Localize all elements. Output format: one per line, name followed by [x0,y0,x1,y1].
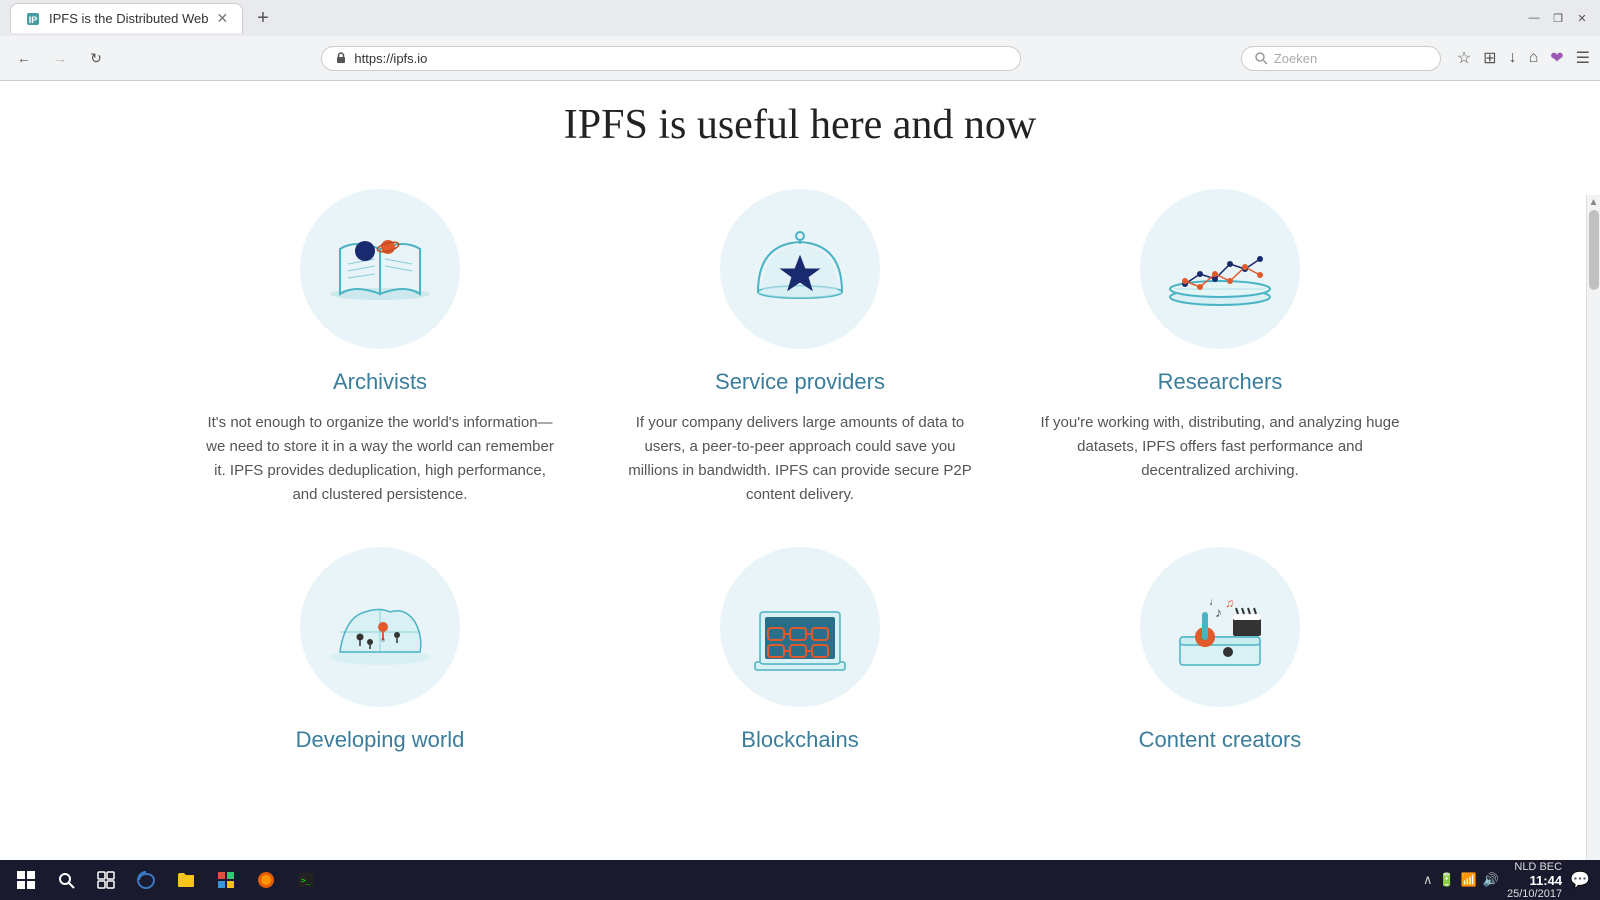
tab-title: IPFS is the Distributed Web [49,11,208,26]
page-content: IPFS is useful here and now [0,81,1600,867]
svg-text:♫: ♫ [1225,596,1234,610]
cards-row-1: Archivists It's not enough to organize t… [0,189,1600,507]
windows-store-icon [216,870,236,890]
tab-favicon: IP [25,11,41,27]
volume-icon[interactable]: 🔊 [1483,872,1499,888]
task-view-button[interactable] [90,864,122,896]
card-developing-world: Developing world [200,547,560,769]
title-bar: IP IPFS is the Distributed Web ✕ + — ❐ ✕ [0,0,1600,36]
firefox-icon[interactable] [250,864,282,896]
home-icon[interactable]: ⌂ [1529,49,1539,67]
file-explorer-icon[interactable] [170,864,202,896]
toolbar-icons: ☆ ⊞ ↓ ⌂ ❤ ☰ [1457,48,1590,68]
taskbar-system-tray: ∧ 🔋 📶 🔊 NLD BEC 11:44 25/10/2017 💬 [1423,861,1590,900]
developing-world-icon [315,577,445,677]
pocket-icon[interactable]: ❤ [1550,48,1563,68]
bookmark-manager-icon[interactable]: ⊞ [1483,48,1496,68]
browser-chrome: IP IPFS is the Distributed Web ✕ + — ❐ ✕… [0,0,1600,81]
tab-close-button[interactable]: ✕ [216,10,228,27]
page-main-title: IPFS is useful here and now [0,101,1600,149]
terminal-icon[interactable]: >_ [290,864,322,896]
back-button[interactable]: ← [10,44,38,72]
archivists-title: Archivists [200,369,560,395]
researchers-icon [1155,219,1285,319]
address-bar: ← → ↻ https://ipfs.io Zoeken ☆ ⊞ ↓ ⌂ ❤ ☰ [0,36,1600,80]
content-creators-icon-wrapper: ♪ ♫ ♩ [1140,547,1300,707]
developing-world-title: Developing world [200,727,560,753]
store-icon[interactable] [210,864,242,896]
search-bar[interactable]: Zoeken [1241,46,1441,71]
network-icon[interactable]: 📶 [1461,872,1477,888]
firefox-taskbar-icon [256,870,276,890]
windows-icon [16,870,36,890]
notification-icon[interactable]: 💬 [1570,870,1590,890]
taskbar: >_ ∧ 🔋 📶 🔊 NLD BEC 11:44 25/10/2017 💬 [0,860,1600,900]
menu-icon[interactable]: ☰ [1576,48,1590,68]
svg-text:>_: >_ [301,876,311,885]
download-icon[interactable]: ↓ [1509,49,1517,67]
service-providers-icon [740,214,860,324]
cards-row-2: Developing world [0,547,1600,769]
scroll-up-arrow[interactable]: ▲ [1587,195,1600,210]
researchers-title: Researchers [1040,369,1400,395]
locale-currency: NLD BEC [1514,861,1562,873]
task-view-icon [97,871,115,889]
card-archivists: Archivists It's not enough to organize t… [200,189,560,507]
scrollbar-thumb[interactable] [1589,210,1599,290]
card-blockchains: Blockchains [620,547,980,769]
window-controls: — ❐ ✕ [1526,10,1590,26]
card-researchers: Researchers If you're working with, dist… [1040,189,1400,507]
content-creators-title: Content creators [1040,727,1400,753]
blockchains-icon-wrapper [720,547,880,707]
service-providers-desc: If your company delivers large amounts o… [620,411,980,507]
archivists-icon-wrapper [300,189,460,349]
url-bar[interactable]: https://ipfs.io [321,46,1021,71]
battery-icon[interactable]: 🔋 [1438,872,1454,888]
edge-browser-icon[interactable] [130,864,162,896]
start-button[interactable] [10,864,42,896]
service-providers-icon-wrapper [720,189,880,349]
edge-icon [136,870,156,890]
taskbar-search-icon [57,871,75,889]
time-display: 11:44 [1530,873,1563,888]
archivists-icon [320,219,440,319]
date-display: 25/10/2017 [1507,888,1562,900]
tab-strip: IP IPFS is the Distributed Web ✕ + [10,3,277,33]
blockchains-title: Blockchains [620,727,980,753]
card-content-creators: ♪ ♫ ♩ Content creators [1040,547,1400,769]
restore-button[interactable]: ❐ [1550,10,1566,26]
svg-text:♩: ♩ [1209,597,1219,608]
svg-text:IP: IP [29,15,38,25]
url-text: https://ipfs.io [354,51,427,66]
researchers-icon-wrapper [1140,189,1300,349]
tray-icons: ∧ 🔋 📶 🔊 [1423,872,1499,888]
researchers-desc: If you're working with, distributing, an… [1040,411,1400,483]
developing-world-icon-wrapper [300,547,460,707]
new-tab-button[interactable]: + [249,7,277,30]
refresh-button[interactable]: ↻ [82,44,110,72]
service-providers-title: Service providers [620,369,980,395]
close-button[interactable]: ✕ [1574,10,1590,26]
content-creators-icon: ♪ ♫ ♩ [1155,572,1285,682]
forward-button: → [46,44,74,72]
terminal-taskbar-icon: >_ [296,870,316,890]
minimize-button[interactable]: — [1526,10,1542,26]
lock-icon [334,51,348,65]
clock-area[interactable]: NLD BEC 11:44 25/10/2017 [1507,861,1562,900]
folder-icon [176,870,196,890]
up-arrow-tray[interactable]: ∧ [1423,872,1433,888]
archivists-desc: It's not enough to organize the world's … [200,411,560,507]
blockchains-icon [735,577,865,677]
bookmark-icon[interactable]: ☆ [1457,48,1471,68]
search-placeholder: Zoeken [1274,51,1317,66]
search-icon [1254,51,1268,65]
card-service-providers: Service providers If your company delive… [620,189,980,507]
scrollbar[interactable]: ▲ [1586,195,1600,867]
search-taskbar-button[interactable] [50,864,82,896]
active-tab[interactable]: IP IPFS is the Distributed Web ✕ [10,3,243,33]
